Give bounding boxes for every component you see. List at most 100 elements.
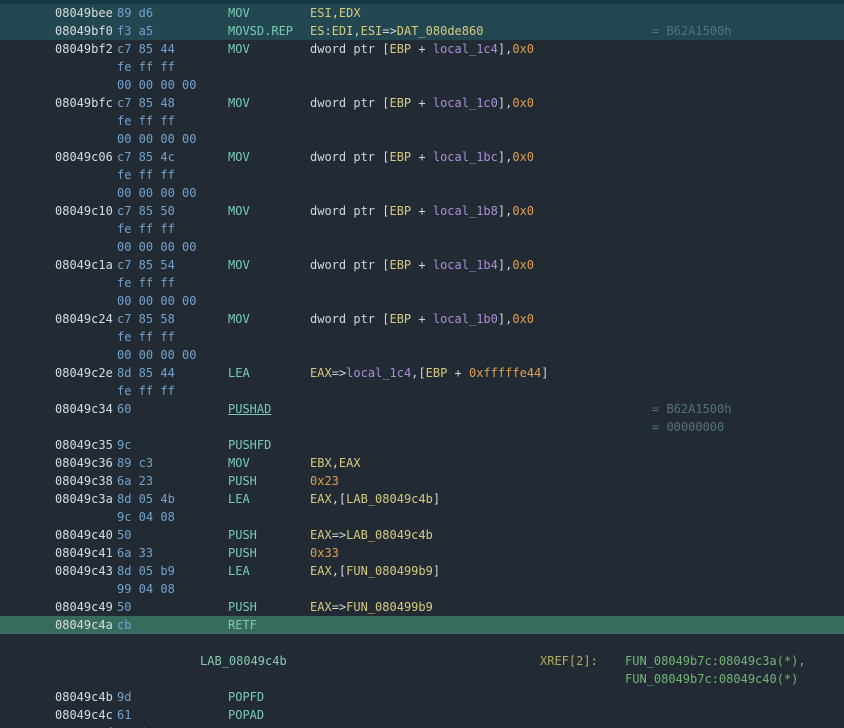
operands: ESI,EDX xyxy=(310,4,652,22)
operand-token-reg: EBP xyxy=(389,42,411,56)
instruction-row[interactable]: 08049c4acbRETF xyxy=(0,616,844,634)
instruction-row[interactable]: fe ff ff xyxy=(0,112,844,130)
mnemonic: MOV xyxy=(228,724,310,728)
operand-token-ref[interactable]: FUN_080499b9 xyxy=(346,564,433,578)
mnemonic: PUSHFD xyxy=(228,436,310,454)
instruction-row[interactable]: 08049c3a8d 05 4bLEAEAX,[LAB_08049c4b] xyxy=(0,490,844,508)
byte-codes: 9c 04 08 xyxy=(117,508,228,526)
address xyxy=(55,58,117,76)
address xyxy=(55,220,117,238)
address: 08049c41 xyxy=(55,544,117,562)
eol-comment xyxy=(652,94,844,112)
eol-comment xyxy=(652,76,844,94)
address xyxy=(55,346,117,364)
instruction-row[interactable]: 08049c4c61POPAD xyxy=(0,706,844,724)
disassembly-listing: 08049bee89 d6MOVESI,EDX08049bf0f3 a5MOVS… xyxy=(0,0,844,728)
instruction-row[interactable]: 08049c359cPUSHFD xyxy=(0,436,844,454)
xref-target[interactable]: FUN_08049b7c:08049c40(*) xyxy=(625,670,798,688)
instruction-row[interactable]: fe ff ff xyxy=(0,274,844,292)
mnemonic xyxy=(228,130,310,148)
operand-token-ref[interactable]: LAB_08049c4b xyxy=(346,528,433,542)
byte-codes: fe ff ff xyxy=(117,328,228,346)
address: 08049bee xyxy=(55,4,117,22)
address: 08049c1a xyxy=(55,256,117,274)
instruction-row[interactable]: 08049c24c7 85 58MOVdword ptr [EBP + loca… xyxy=(0,310,844,328)
instruction-row[interactable]: fe ff ff xyxy=(0,166,844,184)
instruction-row[interactable]: 08049c4050PUSHEAX=>LAB_08049c4b xyxy=(0,526,844,544)
instruction-row[interactable]: fe ff ff xyxy=(0,328,844,346)
instruction-row[interactable]: 08049bf2c7 85 44MOVdword ptr [EBP + loca… xyxy=(0,40,844,58)
address: 08049c4a xyxy=(55,616,117,634)
instruction-row[interactable]: = 00000000 xyxy=(0,418,844,436)
instruction-row[interactable]: 08049c2e8d 85 44LEAEAX=>local_1c4,[EBP +… xyxy=(0,364,844,382)
label-def[interactable]: LAB_08049c4b xyxy=(200,652,287,670)
operand-token-var: local_1b0 xyxy=(433,312,498,326)
instruction-row[interactable]: fe ff ff xyxy=(0,58,844,76)
address: 08049bfc xyxy=(55,94,117,112)
address xyxy=(55,112,117,130)
address xyxy=(55,238,117,256)
address xyxy=(55,130,117,148)
operand-token-txt: ], xyxy=(498,96,512,110)
instruction-row[interactable]: 99 04 08 xyxy=(0,580,844,598)
operand-token-reg: EBP xyxy=(389,150,411,164)
mnemonic xyxy=(228,220,310,238)
xref-row[interactable]: FUN_08049b7c:08049c40(*) xyxy=(0,670,844,688)
instruction-row[interactable]: 00 00 00 00 xyxy=(0,184,844,202)
instruction-row[interactable]: 00 00 00 00 xyxy=(0,292,844,310)
mnemonic xyxy=(228,166,310,184)
byte-codes: fe ff ff xyxy=(117,166,228,184)
instruction-row[interactable]: 08049c3689 c3MOVEBX,EAX xyxy=(0,454,844,472)
instruction-row[interactable]: 08049c386a 23PUSH0x23 xyxy=(0,472,844,490)
operand-token-sca: 0xfffffe44 xyxy=(469,366,541,380)
instruction-row[interactable]: 9c 04 08 xyxy=(0,508,844,526)
instruction-row[interactable]: 08049c10c7 85 50MOVdword ptr [EBP + loca… xyxy=(0,202,844,220)
xref-target[interactable]: FUN_08049b7c:08049c3a(*), xyxy=(625,652,806,670)
instruction-row[interactable]: 00 00 00 00 xyxy=(0,346,844,364)
address: 08049c4c xyxy=(55,706,117,724)
byte-codes: 61 xyxy=(117,706,228,724)
address: 08049c3a xyxy=(55,490,117,508)
instruction-row[interactable]: fe ff ff xyxy=(0,382,844,400)
instruction-row[interactable]: 00 00 00 00 xyxy=(0,130,844,148)
operand-token-var: local_1b4 xyxy=(433,258,498,272)
operand-token-ref[interactable]: DAT_080de860 xyxy=(397,24,484,38)
byte-codes: fe ff ff xyxy=(117,274,228,292)
instruction-row[interactable]: 08049c416a 33PUSH0x33 xyxy=(0,544,844,562)
instruction-row[interactable]: 08049c438d 05 b9LEAEAX,[FUN_080499b9] xyxy=(0,562,844,580)
operands: EAX,[LAB_08049c4b] xyxy=(310,490,652,508)
instruction-row[interactable]: 08049c4d89 d8MOVEAX,EBX xyxy=(0,724,844,728)
mnemonic: POPAD xyxy=(228,706,310,724)
address: 08049c34 xyxy=(55,400,117,418)
operand-token-reg: EAX xyxy=(310,528,332,542)
instruction-row[interactable]: 08049c1ac7 85 54MOVdword ptr [EBP + loca… xyxy=(0,256,844,274)
instruction-row[interactable]: 00 00 00 00 xyxy=(0,76,844,94)
instruction-row[interactable]: 08049c3460PUSHAD= B62A1500h xyxy=(0,400,844,418)
instruction-row[interactable]: 08049bf0f3 a5MOVSD.REPES:EDI,ESI=>DAT_08… xyxy=(0,22,844,40)
operands xyxy=(310,328,652,346)
instruction-row[interactable]: 08049c4b9dPOPFD xyxy=(0,688,844,706)
address: 08049c4d xyxy=(55,724,117,728)
byte-codes: fe ff ff xyxy=(117,382,228,400)
operand-token-ref[interactable]: LAB_08049c4b xyxy=(346,492,433,506)
instruction-row[interactable]: fe ff ff xyxy=(0,220,844,238)
instruction-row[interactable]: 08049bfcc7 85 48MOVdword ptr [EBP + loca… xyxy=(0,94,844,112)
instruction-row[interactable]: 00 00 00 00 xyxy=(0,238,844,256)
mnemonic xyxy=(228,418,310,436)
byte-codes: 50 xyxy=(117,598,228,616)
mnemonic: PUSH xyxy=(228,526,310,544)
eol-comment xyxy=(652,58,844,76)
instruction-row[interactable]: 08049c4950PUSHEAX=>FUN_080499b9 xyxy=(0,598,844,616)
mnemonic: MOV xyxy=(228,454,310,472)
instruction-row[interactable]: 08049bee89 d6MOVESI,EDX xyxy=(0,4,844,22)
operand-token-ref[interactable]: FUN_080499b9 xyxy=(346,600,433,614)
instruction-row[interactable]: 08049c06c7 85 4cMOVdword ptr [EBP + loca… xyxy=(0,148,844,166)
label-row[interactable]: LAB_08049c4bXREF[2]:FUN_08049b7c:08049c3… xyxy=(0,652,844,670)
eol-comment xyxy=(652,472,844,490)
eol-comment xyxy=(652,220,844,238)
operand-token-txt: , xyxy=(332,6,339,20)
operand-token-sca: 0x23 xyxy=(310,474,339,488)
eol-comment xyxy=(652,364,844,382)
address: 08049c38 xyxy=(55,472,117,490)
byte-codes: 60 xyxy=(117,400,228,418)
